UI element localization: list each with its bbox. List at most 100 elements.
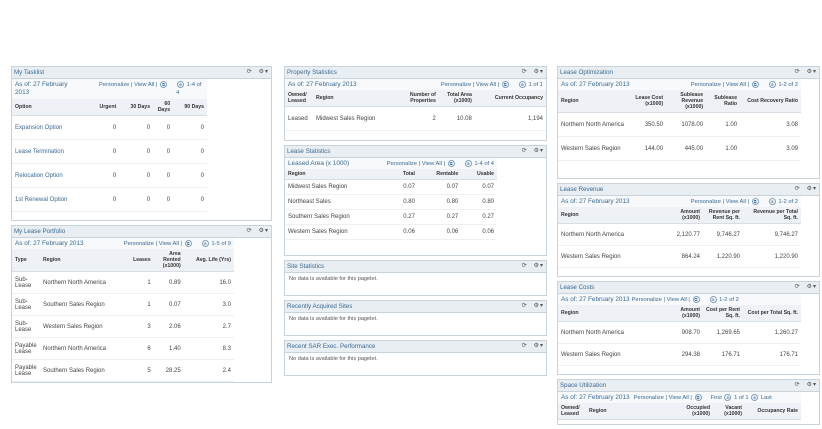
first-link[interactable]: First <box>711 395 722 401</box>
cell: Southern Sales Region <box>40 359 125 383</box>
refresh-icon[interactable]: ⟳ <box>247 69 253 75</box>
cell: 0 <box>119 139 154 165</box>
cell: 1.00 <box>706 136 741 162</box>
cell: 1.40 <box>153 337 184 361</box>
cell: Northern North America <box>40 271 125 295</box>
pagelet-title: Recent SAR Exec. Performance <box>287 343 376 350</box>
personalize-link[interactable]: Personalize <box>632 297 662 303</box>
popout-icon[interactable]: ⧉ <box>447 160 455 167</box>
personalize-link[interactable]: Personalize <box>99 82 129 88</box>
popout-icon[interactable]: ⧉ <box>501 81 509 88</box>
table-row: Sub-Lease Western Sales Region 3 2.06 2.… <box>12 315 234 339</box>
popout-icon[interactable]: ⧉ <box>694 394 702 401</box>
table-row: Sub-Lease Northern North America 1 0.89 … <box>12 271 234 295</box>
gear-icon[interactable]: ⚙▾ <box>534 263 544 269</box>
popout-icon[interactable]: ⧉ <box>751 198 759 205</box>
col-header: Region <box>558 305 669 323</box>
view-all-link[interactable]: View All <box>667 297 687 303</box>
view-all-link[interactable]: View All <box>422 161 442 167</box>
option-link[interactable]: Lease Termination <box>12 139 90 165</box>
popout-icon[interactable]: ⧉ <box>751 81 759 88</box>
personalize-link[interactable]: Personalize <box>124 241 154 247</box>
cell: 1 <box>124 271 154 295</box>
popout-icon[interactable]: ⧉ <box>160 81 167 88</box>
last-link[interactable]: Last <box>761 395 772 401</box>
cell: 0 <box>89 139 120 165</box>
pagelet-header: My Tasklist ⟳ ⚙▾ <box>12 67 271 79</box>
option-link[interactable]: Expansion Option <box>12 115 90 141</box>
gear-icon[interactable]: ⚙▾ <box>259 69 269 75</box>
nav-icon[interactable]: ⊕ <box>724 394 732 401</box>
gear-icon[interactable]: ⚙▾ <box>534 69 544 75</box>
personalize-link[interactable]: Personalize <box>441 82 471 88</box>
nav-icon[interactable]: ⊕ <box>768 81 776 88</box>
personalize-link[interactable]: Personalize <box>691 82 721 88</box>
view-all-link[interactable]: View All <box>159 241 179 247</box>
col-header: Region <box>586 403 677 421</box>
nav-icon[interactable]: ⊕ <box>751 394 759 401</box>
cell: 0 <box>173 139 207 165</box>
gear-icon[interactable]: ⚙▾ <box>534 303 544 309</box>
refresh-icon[interactable]: ⟳ <box>795 186 801 192</box>
cell: Northern North America <box>558 223 669 247</box>
view-all-link[interactable]: View All <box>726 82 746 88</box>
personalize-link[interactable]: Personalize <box>387 161 417 167</box>
personalize-link[interactable]: Personalize <box>691 199 721 205</box>
cell: 0 <box>153 139 174 165</box>
nav-icon[interactable]: ⊕ <box>177 81 184 88</box>
cell: 3.0 <box>183 293 234 317</box>
refresh-icon[interactable]: ⟳ <box>522 263 528 269</box>
nav-icon[interactable]: ⊕ <box>709 296 717 303</box>
popout-icon[interactable]: ⧉ <box>184 240 192 247</box>
pagelet-header: My Lease Portfolio ⟳ ⚙▾ <box>12 226 271 238</box>
nav-icon[interactable]: ⊕ <box>464 160 472 167</box>
refresh-icon[interactable]: ⟳ <box>522 303 528 309</box>
pagelet-header: Space Utilization ⟳ ⚙▾ <box>558 380 819 392</box>
view-all-link[interactable]: View All <box>134 82 154 88</box>
col-header: Usable <box>461 169 497 181</box>
nav-icon[interactable]: ⊕ <box>518 81 526 88</box>
refresh-icon[interactable]: ⟳ <box>795 382 801 388</box>
pagelet-header: Site Statistics ⟳ ⚙▾ <box>285 261 546 273</box>
refresh-icon[interactable]: ⟳ <box>522 148 528 154</box>
col-header: Type <box>12 249 40 273</box>
gear-icon[interactable]: ⚙▾ <box>259 228 269 234</box>
gear-icon[interactable]: ⚙▾ <box>534 148 544 154</box>
refresh-icon[interactable]: ⟳ <box>795 284 801 290</box>
refresh-icon[interactable]: ⟳ <box>795 69 801 75</box>
pagelet-lease-revenue: Lease Revenue ⟳ ⚙▾ As of: 27 February 201… <box>557 183 820 277</box>
cell: 3.08 <box>740 112 801 138</box>
pagelet-title: Site Statistics <box>287 263 325 270</box>
view-all-link[interactable]: View All <box>476 82 496 88</box>
personalize-link[interactable]: Personalize <box>634 395 664 401</box>
col-header: Occupied (x1000) <box>677 403 713 421</box>
gear-icon[interactable]: ⚙▾ <box>807 284 817 290</box>
gear-icon[interactable]: ⚙▾ <box>534 343 544 349</box>
pagelet-lease-costs: Lease Costs ⟳ ⚙▾ As of: 27 February 2013 … <box>557 281 820 375</box>
cell: 0.06 <box>417 224 462 241</box>
tasklist-table: Option Urgent 30 Days 60 Days 90 Days Ex… <box>12 99 207 213</box>
nav-icon[interactable]: ⊕ <box>768 198 776 205</box>
row-count: 1 of 1 <box>734 395 749 402</box>
cell: 0 <box>89 163 120 189</box>
refresh-icon[interactable]: ⟳ <box>522 69 528 75</box>
cell: 0 <box>153 163 174 189</box>
table-row: Western Sales Region 294.38 176.71 176.7… <box>558 343 801 367</box>
popout-icon[interactable]: ⧉ <box>692 296 700 303</box>
view-all-link[interactable]: View All <box>669 395 689 401</box>
nav-icon[interactable]: ⊕ <box>201 240 209 247</box>
gear-icon[interactable]: ⚙▾ <box>807 69 817 75</box>
refresh-icon[interactable]: ⟳ <box>522 343 528 349</box>
property-table: Owned/ Leased Region Number of Propertie… <box>285 90 546 132</box>
cell: 1 <box>124 293 154 317</box>
gear-icon[interactable]: ⚙▾ <box>807 186 817 192</box>
cell: Western Sales Region <box>558 136 633 162</box>
col-header: Region <box>40 249 125 273</box>
refresh-icon[interactable]: ⟳ <box>247 228 253 234</box>
gear-icon[interactable]: ⚙▾ <box>807 382 817 388</box>
col-header: Sublease Revenue (x1000) <box>666 90 707 114</box>
option-link[interactable]: Relocation Option <box>12 163 90 189</box>
option-link[interactable]: 1st Renewal Option <box>12 187 90 213</box>
pagelet-header: Lease Statistics ⟳ ⚙▾ <box>285 146 546 158</box>
view-all-link[interactable]: View All <box>726 199 746 205</box>
